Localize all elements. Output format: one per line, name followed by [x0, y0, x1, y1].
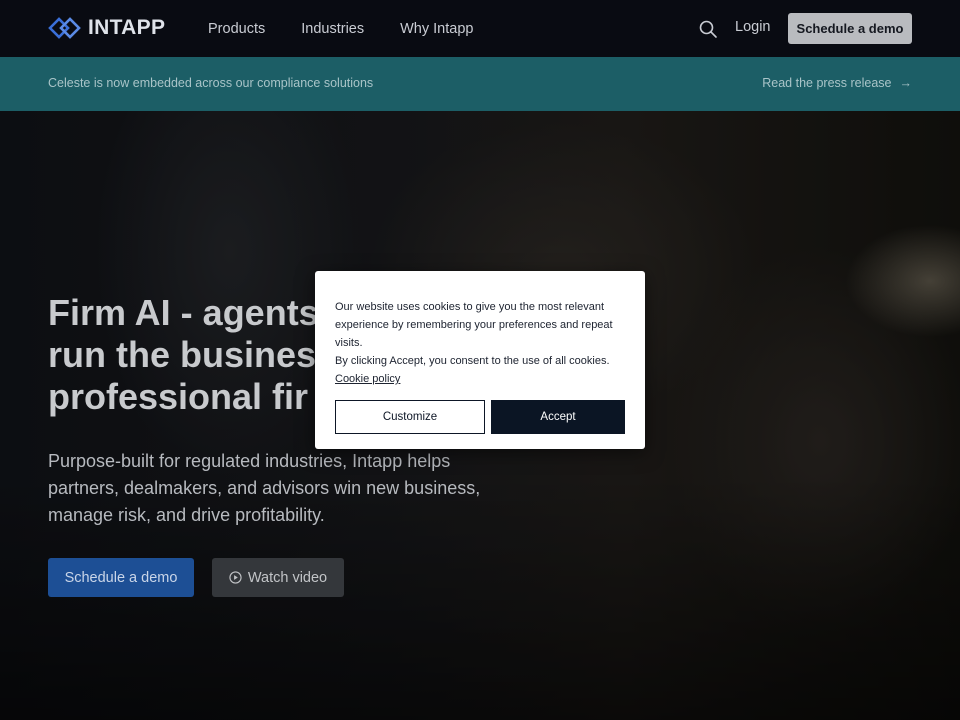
- schedule-demo-button[interactable]: Schedule a demo: [48, 558, 194, 597]
- play-circle-icon: [229, 571, 242, 584]
- cookie-message: Our website uses cookies to give you the…: [335, 298, 625, 388]
- press-release-label: Read the press release: [762, 76, 892, 90]
- announcement-bar: Celeste is now embedded across our compl…: [0, 57, 960, 111]
- announcement-text: Celeste is now embedded across our compl…: [48, 76, 374, 90]
- press-release-link[interactable]: Read the press release →: [762, 76, 912, 90]
- schedule-demo-header-button[interactable]: Schedule a demo: [788, 13, 912, 44]
- cookie-message-line-2: By clicking Accept, you consent to the u…: [335, 355, 610, 367]
- nav-industries[interactable]: Industries: [301, 21, 364, 37]
- intapp-logo-mark-icon: [48, 17, 81, 39]
- logo-wordmark: INTAPP: [88, 16, 166, 39]
- hero-subtitle: Purpose-built for regulated industries, …: [48, 451, 481, 525]
- arrow-right-icon: →: [899, 76, 913, 90]
- intapp-logo[interactable]: INTAPP: [48, 16, 165, 40]
- cookie-policy-link[interactable]: Cookie policy: [335, 373, 400, 385]
- nav-products[interactable]: Products: [208, 21, 265, 37]
- customize-button[interactable]: Customize: [335, 400, 485, 434]
- accept-button[interactable]: Accept: [491, 400, 625, 434]
- watch-video-label: Watch video: [247, 569, 328, 586]
- search-icon[interactable]: [698, 19, 718, 39]
- login-link[interactable]: Login: [735, 19, 770, 35]
- primary-nav: Products Industries Why Intapp: [208, 0, 509, 57]
- watch-video-button[interactable]: Watch video: [212, 558, 344, 597]
- cookie-consent-dialog: Our website uses cookies to give you the…: [315, 271, 645, 449]
- top-navigation: INTAPP Products Industries Why Intapp Lo…: [0, 0, 960, 57]
- cookie-message-line-1: Our website uses cookies to give you the…: [335, 301, 613, 349]
- nav-why-intapp[interactable]: Why Intapp: [400, 21, 473, 37]
